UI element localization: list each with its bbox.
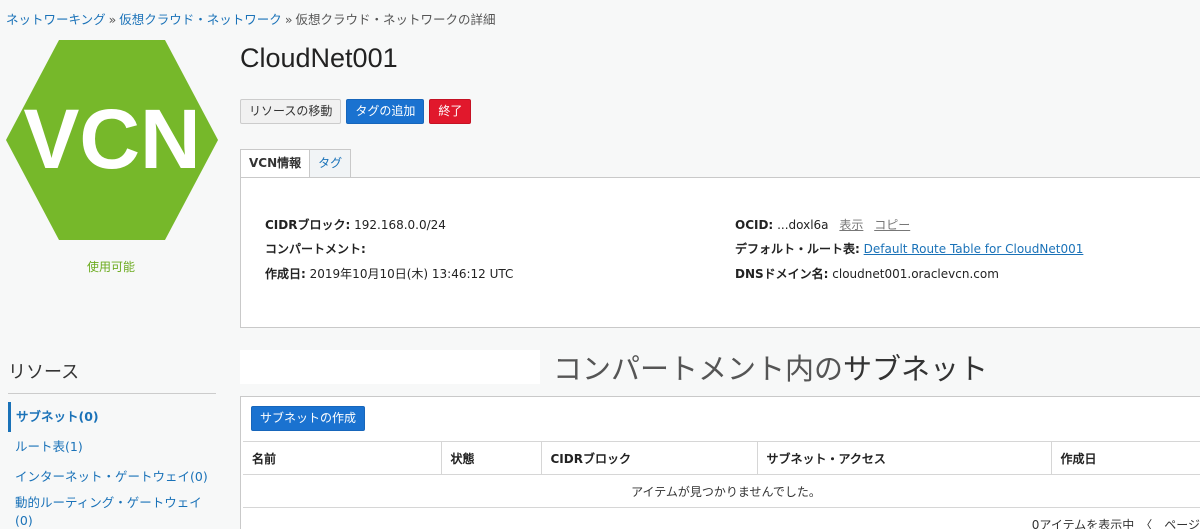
cidr-row: CIDRブロック: 192.168.0.0/24 (265, 216, 446, 233)
resource-item-drg[interactable]: 動的ルーティング・ゲートウェイ (8, 492, 216, 514)
ocid-label: OCID: (735, 218, 774, 232)
resource-item-subnets[interactable]: サブネット(0) (8, 402, 216, 432)
column-name[interactable]: 名前 (243, 441, 441, 475)
route-table-row: デフォルト・ルート表: Default Route Table for Clou… (735, 240, 1083, 257)
table-row: アイテムが見つかりませんでした。 (243, 474, 1200, 508)
breadcrumb-networking-link[interactable]: ネットワーキング (6, 12, 106, 27)
add-tags-button[interactable]: タグの追加 (346, 99, 425, 124)
dns-value: cloudnet001.oraclevcn.com (832, 267, 999, 281)
breadcrumb-vcn-list-link[interactable]: 仮想クラウド・ネットワーク (119, 12, 282, 27)
resources-heading: リソース (8, 362, 80, 383)
compartment-row: コンパートメント: (265, 240, 490, 257)
cidr-value: 192.168.0.0/24 (354, 218, 446, 232)
vcn-logo-text: VCN (23, 92, 200, 186)
move-resource-button[interactable]: リソースの移動 (240, 99, 342, 124)
subnets-section-title: コンパートメント内のサブネット (553, 346, 988, 388)
status-badge: 使用可能 (86, 260, 135, 274)
column-subnet-access[interactable]: サブネット・アクセス (756, 441, 1051, 475)
breadcrumb-separator: » (108, 12, 117, 27)
created-value: 2019年10月10日(木) 13:46:12 UTC (309, 267, 514, 281)
subnets-title-prefix: コンパートメント内の (553, 352, 844, 386)
dns-label: DNSドメイン名: (735, 267, 829, 281)
ocid-value: ...doxl6a (777, 218, 829, 232)
table-header-row: 名前 状態 CIDRブロック サブネット・アクセス 作成日 (243, 441, 1200, 475)
resource-item-drg-count[interactable]: (0) (8, 514, 216, 529)
route-table-link[interactable]: Default Route Table for CloudNet001 (864, 242, 1084, 256)
empty-message: アイテムが見つかりませんでした。 (243, 474, 1200, 508)
compartment-value-redacted (369, 242, 490, 257)
create-subnet-button[interactable]: サブネットの作成 (251, 406, 366, 431)
column-created[interactable]: 作成日 (1050, 441, 1200, 475)
route-table-label: デフォルト・ルート表: (735, 242, 860, 256)
ocid-row: OCID: ...doxl6a 表示 コピー (735, 216, 910, 233)
compartment-label: コンパートメント: (265, 242, 366, 256)
compartment-name-redacted (240, 350, 540, 384)
pagination-status: 0アイテムを表示中 〈 ページ (1031, 518, 1200, 529)
ocid-show-link[interactable]: 表示 (839, 218, 863, 232)
resources-divider (8, 393, 216, 394)
breadcrumb-separator: » (284, 12, 293, 27)
page-title: CloudNet001 (240, 43, 398, 73)
column-state[interactable]: 状態 (440, 441, 541, 475)
resource-item-internet-gateways[interactable]: インターネット・ゲートウェイ(0) (8, 462, 216, 492)
column-cidr[interactable]: CIDRブロック (540, 441, 757, 475)
tab-bar: VCN情報 タグ (240, 149, 352, 178)
cidr-label: CIDRブロック: (265, 218, 351, 232)
dns-row: DNSドメイン名: cloudnet001.oraclevcn.com (735, 265, 999, 282)
vcn-info-panel: CIDRブロック: 192.168.0.0/24 コンパートメント: 作成日: … (240, 177, 1200, 328)
ocid-copy-link[interactable]: コピー (874, 218, 910, 232)
resources-nav: サブネット(0) ルート表(1) インターネット・ゲートウェイ(0) 動的ルーテ… (8, 402, 216, 529)
subnets-title-emph: サブネット (843, 352, 989, 386)
subnets-panel: サブネットの作成 名前 状態 CIDRブロック サブネット・アクセス 作成日 ア… (240, 396, 1200, 529)
subnets-table: 名前 状態 CIDRブロック サブネット・アクセス 作成日 アイテムが見つかりま… (243, 441, 1200, 508)
breadcrumb-current: 仮想クラウド・ネットワークの詳細 (295, 12, 496, 27)
action-bar: リソースの移動 タグの追加 終了 (240, 99, 472, 124)
vcn-hexagon-icon: VCN (6, 40, 218, 240)
breadcrumb: ネットワーキング» 仮想クラウド・ネットワーク» 仮想クラウド・ネットワークの詳細 (6, 9, 495, 28)
created-label: 作成日: (265, 267, 306, 281)
resource-item-route-tables[interactable]: ルート表(1) (8, 432, 216, 462)
tab-tags[interactable]: タグ (309, 149, 352, 178)
tab-vcn-info[interactable]: VCN情報 (240, 149, 311, 178)
created-row: 作成日: 2019年10月10日(木) 13:46:12 UTC (265, 265, 513, 282)
terminate-button[interactable]: 終了 (429, 99, 472, 124)
